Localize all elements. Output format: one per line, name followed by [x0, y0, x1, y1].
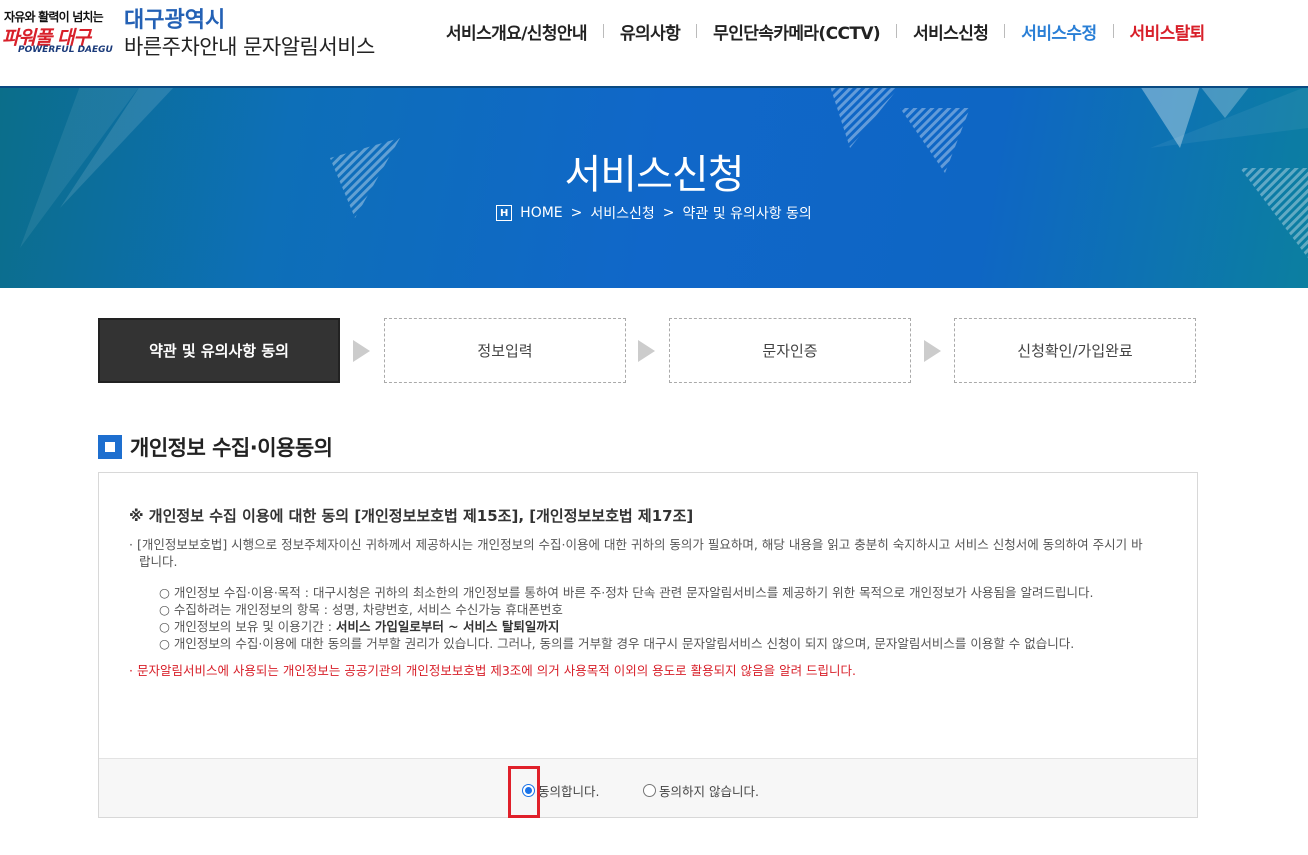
banner-title: 서비스신청	[564, 152, 745, 198]
disagree-label: 동의하지 않습니다.	[659, 784, 759, 799]
nav-divider	[602, 24, 604, 38]
nav-service-withdraw[interactable]: 서비스탈퇴	[1130, 19, 1206, 44]
powerful-daegu-logo[interactable]: 자유와 활력이 넘치는 파워풀 대구 POWERFUL DAEGU	[0, 4, 118, 60]
breadcrumb-current: 약관 및 유의사항 동의	[682, 206, 812, 222]
breadcrumb-service-apply[interactable]: 서비스신청	[590, 203, 654, 223]
terms-notice: · 문자알림서비스에 사용되는 개인정보는 공공기관의 개인정보보호법 제3조에…	[129, 663, 857, 678]
logo-eng: POWERFUL DAEGU	[18, 45, 113, 55]
step-terms-agreement: 약관 및 유의사항 동의	[98, 318, 340, 383]
nav-service-modify[interactable]: 서비스수정	[1021, 19, 1097, 44]
disagree-radio[interactable]	[643, 784, 656, 797]
agreement-options: 동의합니다. 동의하지 않습니다.	[99, 758, 1197, 817]
terms-list: ○ 개인정보 수집·이용·목적 : 대구시청은 귀하의 최소한의 개인정보를 통…	[129, 584, 1147, 652]
site-header: 자유와 활력이 넘치는 파워풀 대구 POWERFUL DAEGU 대구광역시 …	[0, 0, 1308, 86]
terms-item-retention-period: 서비스 가입일로부터 ~ 서비스 탈퇴일까지	[335, 619, 560, 634]
nav-service-overview[interactable]: 서비스개요/신청안내	[446, 19, 588, 44]
terms-item-refusal: ○ 개인정보의 수집·이용에 대한 동의를 거부할 권리가 있습니다. 그러나,…	[159, 636, 1075, 651]
agree-option[interactable]: 동의합니다.	[522, 781, 599, 800]
page-banner: 서비스신청 H HOME > 서비스신청 > 약관 및 유의사항 동의	[0, 86, 1308, 288]
nav-service-apply[interactable]: 서비스신청	[913, 19, 989, 44]
step-sms-auth: 문자인증	[669, 318, 911, 383]
step-confirm-complete: 신청확인/가입완료	[954, 318, 1196, 383]
nav-divider	[696, 24, 698, 38]
site-title-city: 대구광역시	[124, 8, 226, 33]
breadcrumb: H HOME > 서비스신청 > 약관 및 유의사항 동의	[0, 203, 1308, 223]
privacy-terms-box: ※ 개인정보 수집 이용에 대한 동의 [개인정보보호법 제15조], [개인정…	[98, 472, 1198, 818]
terms-item-retention-label: ○ 개인정보의 보유 및 이용기간 :	[159, 619, 336, 634]
terms-intro: · [개인정보보호법] 시행으로 정보주체자이신 귀하께서 제공하시는 개인정보…	[129, 537, 1143, 569]
nav-divider	[1004, 24, 1006, 38]
nav-divider	[1112, 24, 1114, 38]
section-title-text: 개인정보 수집·이용동의	[130, 436, 333, 460]
terms-item-purpose: ○ 개인정보 수집·이용·목적 : 대구시청은 귀하의 최소한의 개인정보를 통…	[159, 585, 1094, 600]
nav-cctv[interactable]: 무인단속카메라(CCTV)	[713, 19, 881, 44]
step-info-input: 정보입력	[384, 318, 626, 383]
agree-label: 동의합니다.	[538, 784, 600, 799]
breadcrumb-separator: >	[662, 205, 675, 221]
terms-content: ※ 개인정보 수집 이용에 대한 동의 [개인정보보호법 제15조], [개인정…	[99, 473, 1197, 759]
terms-item-fields: ○ 수집하려는 개인정보의 항목 : 성명, 차량번호, 서비스 수신가능 휴대…	[159, 602, 563, 617]
square-bullet-icon	[98, 435, 122, 459]
breadcrumb-home[interactable]: HOME	[520, 205, 562, 221]
step-arrow-icon	[353, 340, 370, 362]
nav-precautions[interactable]: 유의사항	[620, 19, 681, 44]
step-arrow-icon	[638, 340, 655, 362]
nav-divider	[896, 24, 898, 38]
terms-item-retention: ○ 개인정보의 보유 및 이용기간 : 서비스 가입일로부터 ~ 서비스 탈퇴일…	[159, 618, 1147, 635]
breadcrumb-separator: >	[570, 205, 583, 221]
home-icon[interactable]: H	[496, 205, 513, 221]
agree-radio[interactable]	[522, 784, 535, 797]
disagree-option[interactable]: 동의하지 않습니다.	[643, 781, 759, 800]
step-arrow-icon	[924, 340, 941, 362]
terms-heading: ※ 개인정보 수집 이용에 대한 동의 [개인정보보호법 제15조], [개인정…	[129, 507, 694, 525]
main-nav: 서비스개요/신청안내 유의사항 무인단속카메라(CCTV) 서비스신청 서비스수…	[446, 18, 1205, 44]
site-title[interactable]: 대구광역시 바른주차안내 문자알림서비스	[124, 8, 375, 61]
section-title: 개인정보 수집·이용동의	[98, 432, 333, 462]
site-title-service: 바른주차안내 문자알림서비스	[124, 35, 375, 59]
